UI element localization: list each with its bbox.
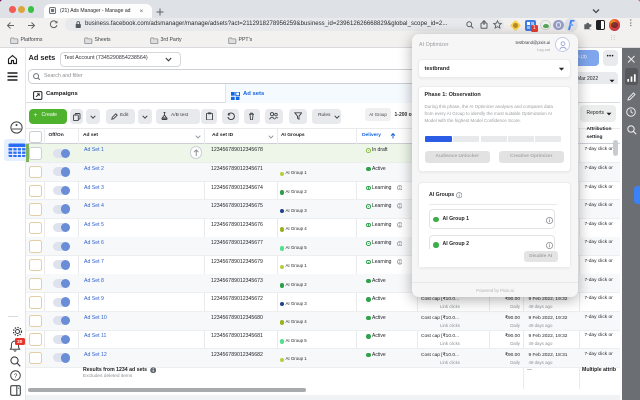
svg-text:?: ? — [14, 373, 18, 380]
